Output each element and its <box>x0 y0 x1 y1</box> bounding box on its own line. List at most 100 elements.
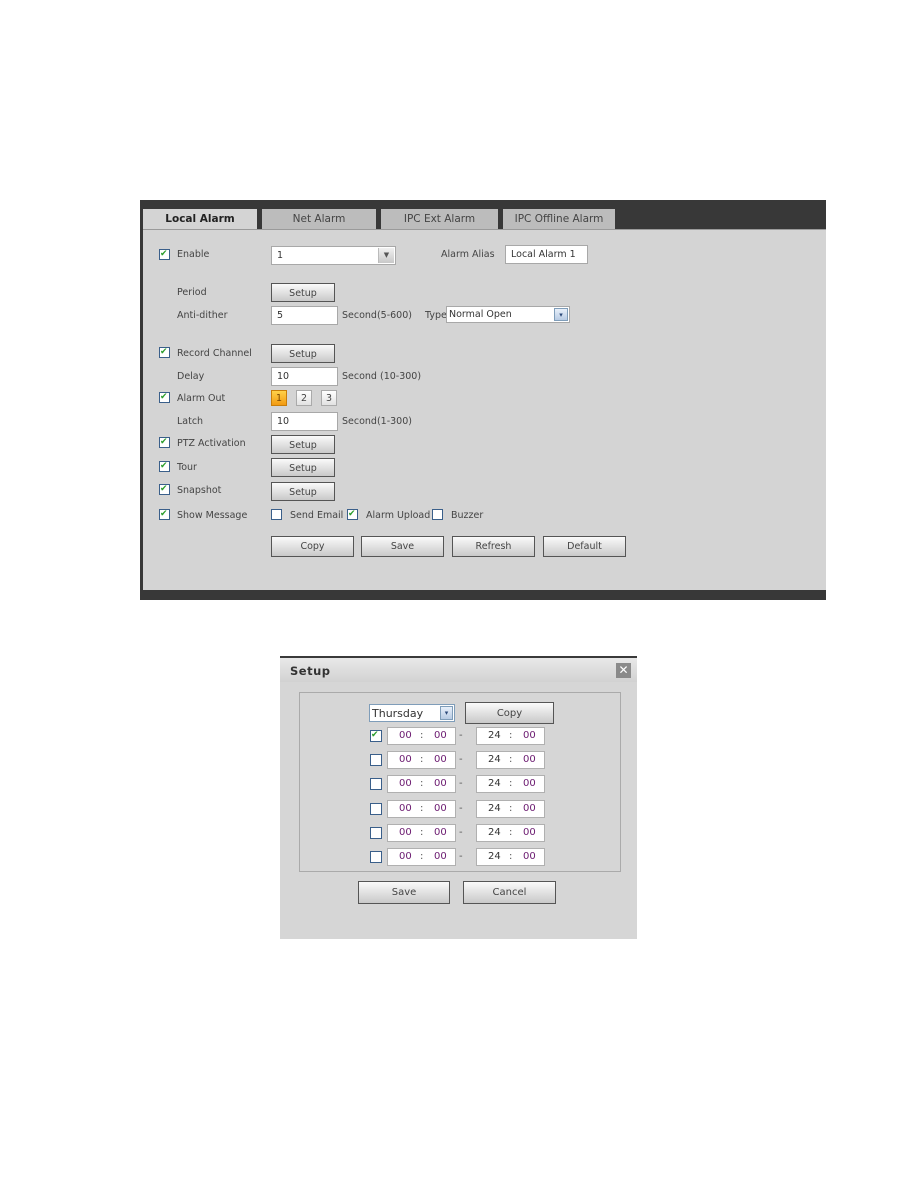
alarm-out-2-button[interactable]: 2 <box>296 390 312 406</box>
default-button[interactable]: Default <box>543 536 626 557</box>
time-range-dash: - <box>459 826 463 838</box>
snapshot-checkbox[interactable] <box>159 482 170 496</box>
alarm-alias-input[interactable]: Local Alarm 1 <box>505 245 588 264</box>
delay-input[interactable]: 10 <box>271 367 338 386</box>
hour-field[interactable]: 24 <box>488 827 501 838</box>
hour-field[interactable]: 00 <box>399 851 412 862</box>
ptz-activation-setup-button[interactable]: Setup <box>271 435 335 454</box>
dialog-save-button[interactable]: Save <box>358 881 450 904</box>
period-enable-checkbox[interactable] <box>370 826 382 839</box>
start-time-input[interactable]: 00:00 <box>387 751 456 770</box>
start-time-input[interactable]: 00:00 <box>387 848 456 866</box>
hour-field[interactable]: 00 <box>399 730 412 741</box>
alarm-out-label: Alarm Out <box>177 393 226 404</box>
record-channel-setup-button[interactable]: Setup <box>271 344 335 363</box>
minute-field[interactable]: 00 <box>523 851 536 862</box>
record-channel-label: Record Channel <box>177 348 252 359</box>
tour-setup-button[interactable]: Setup <box>271 458 335 477</box>
minute-field[interactable]: 00 <box>434 754 447 765</box>
end-time-input[interactable]: 24:00 <box>476 727 545 745</box>
hour-field[interactable]: 24 <box>488 754 501 765</box>
record-channel-checkbox[interactable] <box>159 345 170 359</box>
type-select[interactable]: Normal Open ▾ <box>446 306 570 323</box>
enable-checkbox[interactable] <box>159 247 170 261</box>
buzzer-checkbox[interactable] <box>432 509 443 520</box>
day-select-value: Thursday <box>372 707 424 720</box>
time-range-dash: - <box>459 730 463 741</box>
alarm-upload-checkbox[interactable] <box>347 507 358 521</box>
minute-field[interactable]: 00 <box>523 730 536 741</box>
ptz-activation-checkbox[interactable] <box>159 435 170 449</box>
end-time-input[interactable]: 24:00 <box>476 799 545 818</box>
end-time-input[interactable]: 24:00 <box>476 848 545 866</box>
period-enable-checkbox[interactable] <box>370 851 382 863</box>
chevron-down-icon[interactable]: ▼ <box>378 248 394 263</box>
minute-field[interactable]: 00 <box>523 803 536 814</box>
delay-label: Delay <box>177 371 205 382</box>
time-separator: : <box>509 802 513 814</box>
time-separator: : <box>509 754 513 766</box>
delay-hint: Second (10-300) <box>342 371 422 382</box>
day-select[interactable]: Thursday ▾ <box>369 704 455 722</box>
latch-input[interactable]: 10 <box>271 412 338 431</box>
anti-dither-input[interactable]: 5 <box>271 306 338 325</box>
minute-field[interactable]: 00 <box>434 778 447 789</box>
minute-field[interactable]: 00 <box>523 827 536 838</box>
start-time-input[interactable]: 00:00 <box>387 799 456 818</box>
tab-ipc-ext-alarm[interactable]: IPC Ext Alarm <box>381 209 498 229</box>
end-time-input[interactable]: 24:00 <box>476 823 545 842</box>
start-time-input[interactable]: 00:00 <box>387 823 456 842</box>
refresh-button[interactable]: Refresh <box>452 536 535 557</box>
hour-field[interactable]: 00 <box>399 754 412 765</box>
time-separator: : <box>420 778 424 790</box>
minute-field[interactable]: 00 <box>434 851 447 862</box>
tour-checkbox[interactable] <box>159 459 170 473</box>
end-time-input[interactable]: 24:00 <box>476 751 545 770</box>
tab-net-alarm[interactable]: Net Alarm <box>262 209 376 229</box>
chevron-down-icon[interactable]: ▾ <box>440 706 453 720</box>
close-icon[interactable]: ✕ <box>616 663 631 678</box>
hour-field[interactable]: 00 <box>399 803 412 814</box>
end-time-input[interactable]: 24:00 <box>476 775 545 794</box>
channel-select[interactable]: 1 ▼ <box>271 246 396 265</box>
period-enable-checkbox[interactable] <box>370 728 382 742</box>
dialog-copy-button[interactable]: Copy <box>465 702 554 724</box>
hour-field[interactable]: 24 <box>488 778 501 789</box>
hour-field[interactable]: 24 <box>488 730 501 741</box>
minute-field[interactable]: 00 <box>523 778 536 789</box>
start-time-input[interactable]: 00:00 <box>387 727 456 745</box>
hour-field[interactable]: 24 <box>488 803 501 814</box>
start-time-input[interactable]: 00:00 <box>387 775 456 794</box>
minute-field[interactable]: 00 <box>523 754 536 765</box>
dialog-cancel-button[interactable]: Cancel <box>463 881 556 904</box>
show-message-label: Show Message <box>177 510 248 521</box>
chevron-down-icon[interactable]: ▾ <box>554 308 568 321</box>
send-email-checkbox[interactable] <box>271 509 282 520</box>
minute-field[interactable]: 00 <box>434 827 447 838</box>
show-message-checkbox[interactable] <box>159 507 170 521</box>
snapshot-label: Snapshot <box>177 485 222 496</box>
copy-button[interactable]: Copy <box>271 536 354 557</box>
snapshot-setup-button[interactable]: Setup <box>271 482 335 501</box>
latch-hint: Second(1-300) <box>342 416 412 427</box>
time-separator: : <box>509 778 513 790</box>
hour-field[interactable]: 00 <box>399 827 412 838</box>
time-separator: : <box>420 802 424 814</box>
tab-local-alarm[interactable]: Local Alarm <box>143 209 257 230</box>
save-button[interactable]: Save <box>361 536 444 557</box>
tab-ipc-offline-alarm[interactable]: IPC Offline Alarm <box>503 209 615 229</box>
panel-body: Enable 1 ▼ Alarm Alias Local Alarm 1 Per… <box>143 229 826 590</box>
period-setup-button[interactable]: Setup <box>271 283 335 302</box>
period-enable-checkbox[interactable] <box>370 802 382 815</box>
minute-field[interactable]: 00 <box>434 803 447 814</box>
minute-field[interactable]: 00 <box>434 730 447 741</box>
enable-label: Enable <box>177 249 210 260</box>
period-enable-checkbox[interactable] <box>370 754 382 767</box>
alarm-out-3-button[interactable]: 3 <box>321 390 337 406</box>
hour-field[interactable]: 00 <box>399 778 412 789</box>
hour-field[interactable]: 24 <box>488 851 501 862</box>
alarm-out-checkbox[interactable] <box>159 390 170 404</box>
period-enable-checkbox[interactable] <box>370 778 382 791</box>
alarm-out-1-button[interactable]: 1 <box>271 390 287 406</box>
time-range-dash: - <box>459 851 463 862</box>
